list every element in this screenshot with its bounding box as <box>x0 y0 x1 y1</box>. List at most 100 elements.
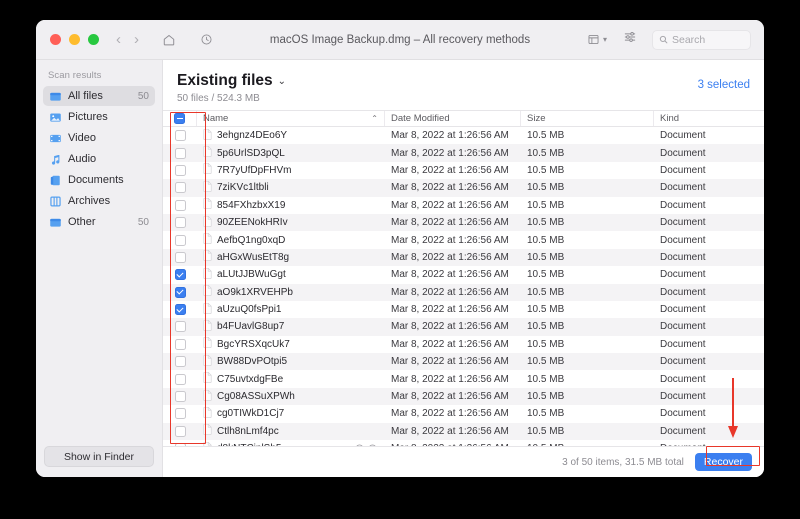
chevron-down-icon[interactable]: ▾ <box>603 35 607 44</box>
column-header-size[interactable]: Size <box>521 111 654 126</box>
table-row[interactable]: AefbQ1ng0xqD Mar 8, 2022 at 1:26:56 AM 10.… <box>163 231 764 248</box>
row-checkbox-cell[interactable] <box>163 266 197 283</box>
row-size-cell: 10.5 MB <box>527 425 565 437</box>
row-checkbox-cell[interactable] <box>163 127 197 144</box>
row-checkbox[interactable] <box>174 338 186 350</box>
table-row[interactable]: 5p6UrlSD3pQL Mar 8, 2022 at 1:26:56 AM 10.… <box>163 144 764 162</box>
document-icon <box>203 198 212 212</box>
forward-chevron-icon[interactable]: › <box>134 32 139 47</box>
row-checkbox[interactable] <box>174 234 186 246</box>
table-row[interactable]: Cg08ASSuXPWh Mar 8, 2022 at 1:26:56 AM 10.… <box>163 387 764 406</box>
back-chevron-icon[interactable]: ‹ <box>116 32 121 47</box>
row-checkbox[interactable] <box>174 147 186 159</box>
row-checkbox-cell[interactable] <box>163 249 197 266</box>
table-row[interactable]: BW88DvPOtpi5 Mar 8, 2022 at 1:26:56 AM 10.… <box>163 353 764 371</box>
maximize-window-button[interactable] <box>88 34 99 45</box>
recover-button[interactable]: Recover <box>694 453 752 471</box>
table-row[interactable]: 7R7yUfDpFHVm Mar 8, 2022 at 1:26:56 AM 10.… <box>163 162 764 179</box>
row-checkbox-cell[interactable] <box>163 423 197 440</box>
row-checkbox-cell[interactable] <box>163 336 197 353</box>
document-icon <box>203 406 212 421</box>
row-checkbox[interactable] <box>174 251 186 263</box>
row-checkbox[interactable] <box>174 391 186 403</box>
row-checkbox-cell[interactable] <box>163 301 197 318</box>
page-title[interactable]: Existing files ⌄ <box>177 72 698 90</box>
column-header-name[interactable]: Name ⌃ <box>197 111 385 126</box>
grid-view-icon[interactable]: ▾ <box>587 33 607 46</box>
row-checkbox-cell[interactable] <box>163 231 197 248</box>
sort-filter-icon[interactable] <box>623 30 637 49</box>
sidebar-item-label: Pictures <box>68 111 108 123</box>
row-size-cell: 10.5 MB <box>527 251 565 263</box>
row-checkbox-cell[interactable] <box>163 388 197 405</box>
row-checkbox-cell[interactable] <box>163 144 197 161</box>
row-checkbox[interactable] <box>174 321 186 333</box>
sort-ascending-icon[interactable]: ⌃ <box>371 114 378 123</box>
search-input[interactable] <box>672 33 744 46</box>
sidebar-item-pictures[interactable]: Pictures <box>43 107 155 127</box>
show-in-finder-button[interactable]: Show in Finder <box>44 446 154 467</box>
row-checkbox[interactable] <box>174 425 186 437</box>
row-checkbox[interactable] <box>174 182 186 194</box>
table-row[interactable]: b4FUavlG8up7 Mar 8, 2022 at 1:26:56 AM 10.… <box>163 318 764 336</box>
row-checkbox-cell[interactable] <box>163 214 197 231</box>
sidebar-item-video[interactable]: Video <box>43 128 155 148</box>
table-row[interactable]: cg0TIWkD1Cj7 Mar 8, 2022 at 1:26:56 AM 10.… <box>163 405 764 422</box>
sidebar-item-audio[interactable]: Audio <box>43 149 155 169</box>
sidebar-item-other[interactable]: Other 50 <box>43 212 155 232</box>
table-row[interactable]: 3ehgnz4DEo6Y Mar 8, 2022 at 1:26:56 AM 10.… <box>163 127 764 144</box>
row-checkbox-cell[interactable] <box>163 284 197 301</box>
row-kind-cell: Document <box>660 217 706 229</box>
row-name-cell: 5p6UrlSD3pQL <box>197 144 385 161</box>
select-all-checkbox[interactable] <box>174 113 185 124</box>
row-checkbox-cell[interactable] <box>163 405 197 422</box>
row-checkbox-cell[interactable] <box>163 162 197 179</box>
document-icon <box>203 128 212 143</box>
history-icon[interactable] <box>200 33 213 46</box>
table-row[interactable]: aHGxWusEtT8g Mar 8, 2022 at 1:26:56 AM 10.… <box>163 248 764 267</box>
table-row[interactable]: aO9k1XRVEHPb Mar 8, 2022 at 1:26:56 AM 10.… <box>163 283 764 301</box>
sidebar-item-archives[interactable]: Archives <box>43 191 155 211</box>
documents-icon <box>49 174 62 187</box>
row-checkbox-cell[interactable] <box>163 318 197 335</box>
file-name: AefbQ1ng0xqD <box>217 234 286 246</box>
row-checkbox[interactable] <box>174 164 186 176</box>
minimize-window-button[interactable] <box>69 34 80 45</box>
row-checkbox[interactable] <box>174 408 186 420</box>
row-checkbox[interactable] <box>174 217 186 229</box>
row-checkbox[interactable] <box>174 356 186 368</box>
select-all-header-cell[interactable] <box>163 111 197 126</box>
column-header-kind[interactable]: Kind <box>654 111 764 126</box>
row-checkbox-cell[interactable] <box>163 179 197 196</box>
sidebar-item-all-files[interactable]: All files 50 <box>43 86 155 106</box>
row-checkbox[interactable] <box>174 269 186 281</box>
row-date-cell: Mar 8, 2022 at 1:26:56 AM <box>391 269 509 281</box>
row-checkbox[interactable] <box>174 130 186 142</box>
table-row[interactable]: C75uvtxdgFBe Mar 8, 2022 at 1:26:56 AM 10.… <box>163 370 764 387</box>
row-checkbox[interactable] <box>174 304 186 316</box>
file-name: Ctlh8nLmf4pc <box>217 425 279 437</box>
toolbar-right: ▾ <box>587 29 764 50</box>
row-checkbox[interactable] <box>174 373 186 385</box>
table-row[interactable]: 90ZEENokHRIv Mar 8, 2022 at 1:26:56 AM 10.… <box>163 213 764 232</box>
row-checkbox[interactable] <box>174 199 186 211</box>
row-checkbox-cell[interactable] <box>163 353 197 370</box>
table-row[interactable]: Ctlh8nLmf4pc Mar 8, 2022 at 1:26:56 AM 10.… <box>163 422 764 441</box>
sidebar-item-documents[interactable]: Documents <box>43 170 155 190</box>
table-row[interactable]: 854FXhzbxX19 Mar 8, 2022 at 1:26:56 AM 10.… <box>163 197 764 214</box>
table-row[interactable]: BgcYRSXqcUk7 Mar 8, 2022 at 1:26:56 AM 10.… <box>163 336 764 353</box>
row-size-cell: 10.5 MB <box>527 182 565 194</box>
table-row[interactable]: aUzuQ0fsPpi1 Mar 8, 2022 at 1:26:56 AM 10.… <box>163 301 764 318</box>
row-name-cell: 90ZEENokHRIv <box>197 214 385 231</box>
file-name: 7R7yUfDpFHVm <box>217 164 292 176</box>
row-checkbox-cell[interactable] <box>163 370 197 387</box>
row-checkbox-cell[interactable] <box>163 197 197 214</box>
close-window-button[interactable] <box>50 34 61 45</box>
table-row[interactable]: aLUtJJBWuGgt Mar 8, 2022 at 1:26:56 AM 10.… <box>163 266 764 283</box>
chevron-down-icon[interactable]: ⌄ <box>278 76 286 87</box>
search-field[interactable] <box>652 29 751 50</box>
table-row[interactable]: 7ziKVc1ltbli Mar 8, 2022 at 1:26:56 AM 10.… <box>163 179 764 197</box>
home-icon[interactable] <box>162 33 176 47</box>
column-header-date-modified[interactable]: Date Modified <box>385 111 521 126</box>
row-checkbox[interactable] <box>174 286 186 298</box>
